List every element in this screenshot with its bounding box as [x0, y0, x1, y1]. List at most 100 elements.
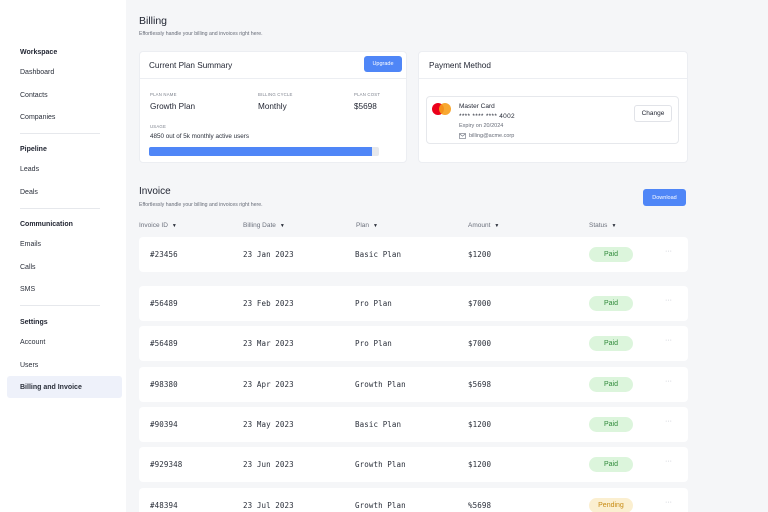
invoice-id-cell: #48394 — [150, 501, 178, 510]
col-header-label: Invoice ID — [139, 222, 168, 229]
card-number: **** **** **** 4002 — [459, 113, 515, 120]
billing-date-cell: 23 Mar 2023 — [243, 339, 294, 348]
card-divider — [419, 78, 687, 79]
page-title: Billing — [139, 15, 168, 27]
amount-cell: $1200 — [468, 250, 492, 259]
billing-email: billing@acme.corp — [469, 133, 515, 139]
page-subtitle: Effortlessly handle your billing and inv… — [139, 31, 263, 37]
more-horizontal-icon[interactable]: ··· — [665, 248, 672, 255]
sidebar-item-dashboard[interactable]: Dashboard — [7, 61, 122, 83]
more-horizontal-icon[interactable]: ··· — [665, 378, 672, 385]
sidebar: Workspace Dashboard Contacts Companies P… — [0, 0, 126, 512]
table-row[interactable]: #56489 23 Mar 2023 Pro Plan $7000 Paid ··· — [139, 326, 688, 361]
more-horizontal-icon[interactable]: ··· — [665, 499, 672, 506]
invoice-id-cell: #56489 — [150, 339, 178, 348]
payment-method-card: Payment Method Master Card **** **** ***… — [418, 51, 688, 163]
table-row[interactable]: #48394 23 Jul 2023 Growth Plan %5698 Pending… — [139, 488, 688, 512]
sidebar-item-users[interactable]: Users — [7, 354, 122, 376]
card-divider — [140, 78, 406, 79]
table-row[interactable]: #56489 23 Feb 2023 Pro Plan $7000 Paid ··· — [139, 286, 688, 321]
sidebar-item-contacts[interactable]: Contacts — [7, 84, 122, 106]
caret-down-icon: ▼ — [494, 222, 500, 229]
amount-cell: $1200 — [468, 460, 492, 469]
caret-down-icon: ▼ — [373, 222, 378, 229]
main-content: Billing Effortlessly handle your billing… — [126, 0, 768, 512]
status-badge: Paid — [589, 457, 633, 472]
plan-cell: Growth Plan — [355, 380, 406, 389]
status-badge: Paid — [589, 296, 633, 311]
status-badge: Paid — [589, 336, 633, 351]
usage-progress-bar — [149, 147, 379, 156]
plan-name-value: Growth Plan — [150, 102, 196, 111]
amount-cell: %5698 — [468, 501, 492, 510]
usage-progress-fill — [149, 147, 373, 156]
plan-cost-value: $5698 — [354, 102, 377, 111]
usage-text: 4850 out of 5k monthly active users — [150, 133, 250, 140]
sidebar-item-calls[interactable]: Calls — [7, 256, 122, 278]
plan-cell: Basic Plan — [355, 420, 402, 429]
card-expiry: Expiry on 20/2024 — [459, 123, 504, 129]
col-header-status[interactable]: Status ▼ — [589, 222, 616, 229]
mastercard-icon — [432, 103, 452, 116]
sidebar-group-pipeline: Pipeline — [20, 146, 47, 153]
plan-cell: Growth Plan — [355, 501, 406, 510]
col-header-label: Status — [589, 222, 608, 229]
billing-email-row: billing@acme.corp — [459, 133, 514, 139]
sidebar-item-companies[interactable]: Companies — [7, 106, 122, 128]
more-horizontal-icon[interactable]: ··· — [665, 337, 672, 344]
col-header-billing-date[interactable]: Billing Date ▼ — [243, 222, 285, 229]
invoice-id-cell: #90394 — [150, 420, 178, 429]
table-row[interactable]: #98380 23 Apr 2023 Growth Plan $5698 Paid ··· — [139, 367, 688, 402]
amount-cell: $7000 — [468, 299, 492, 308]
card-name: Master Card — [459, 103, 495, 110]
mail-icon — [459, 133, 466, 139]
amount-cell: $7000 — [468, 339, 492, 348]
change-payment-button[interactable]: Change — [634, 105, 672, 122]
billing-cycle-value: Monthly — [258, 102, 287, 111]
col-header-label: Billing Date — [243, 222, 276, 229]
status-badge: Paid — [589, 377, 633, 392]
plan-summary-card: Current Plan Summary Upgrade PLAN NAME G… — [139, 51, 407, 163]
billing-date-cell: 23 Jan 2023 — [243, 250, 294, 259]
sidebar-item-emails[interactable]: Emails — [7, 233, 122, 255]
more-horizontal-icon[interactable]: ··· — [665, 418, 672, 425]
sidebar-group-settings: Settings — [20, 319, 48, 326]
sidebar-item-account[interactable]: Account — [7, 331, 122, 353]
sidebar-item-sms[interactable]: SMS — [7, 278, 122, 300]
usage-label: USAGE — [150, 124, 167, 129]
col-header-plan[interactable]: Plan ▼ — [356, 222, 378, 229]
sidebar-item-billing-and-invoice[interactable]: Billing and Invoice — [7, 376, 122, 398]
invoice-subtitle: Effortlessly handle your billing and inv… — [139, 202, 263, 208]
sidebar-divider — [20, 133, 100, 134]
more-horizontal-icon[interactable]: ··· — [665, 458, 672, 465]
download-button[interactable]: Download — [643, 189, 686, 206]
table-row[interactable]: #90394 23 May 2023 Basic Plan $1200 Paid ··· — [139, 407, 688, 442]
col-header-invoice-id[interactable]: Invoice ID ▼ — [139, 222, 177, 229]
plan-name-label: PLAN NAME — [150, 92, 177, 97]
caret-down-icon: ▼ — [611, 222, 617, 229]
billing-date-cell: 23 Jun 2023 — [243, 460, 294, 469]
billing-date-cell: 23 Feb 2023 — [243, 299, 294, 308]
sidebar-group-workspace: Workspace — [20, 49, 58, 56]
billing-date-cell: 23 Jul 2023 — [243, 501, 294, 510]
status-badge: Paid — [589, 417, 633, 432]
invoice-id-cell: #98380 — [150, 380, 178, 389]
col-header-label: Amount — [468, 222, 491, 229]
sidebar-item-leads[interactable]: Leads — [7, 158, 122, 180]
payment-card-box: Master Card **** **** **** 4002 Expiry o… — [426, 96, 679, 144]
payment-method-title: Payment Method — [429, 61, 491, 70]
invoice-title: Invoice — [139, 186, 171, 197]
invoice-id-cell: #56489 — [150, 299, 178, 308]
table-row[interactable]: #929348 23 Jun 2023 Growth Plan $1200 Paid ··… — [139, 447, 688, 482]
sidebar-item-deals[interactable]: Deals — [7, 181, 122, 203]
invoice-id-cell: #929348 — [150, 460, 183, 469]
status-badge: Pending — [589, 498, 633, 512]
sidebar-divider — [20, 305, 100, 306]
col-header-label: Plan — [356, 222, 370, 229]
more-horizontal-icon[interactable]: ··· — [665, 297, 672, 304]
upgrade-button[interactable]: Upgrade — [364, 56, 402, 72]
caret-down-icon: ▼ — [171, 222, 177, 229]
col-header-amount[interactable]: Amount ▼ — [468, 222, 499, 229]
amount-cell: $5698 — [468, 380, 492, 389]
table-row[interactable]: #23456 23 Jan 2023 Basic Plan $1200 Paid ··· — [139, 237, 688, 272]
